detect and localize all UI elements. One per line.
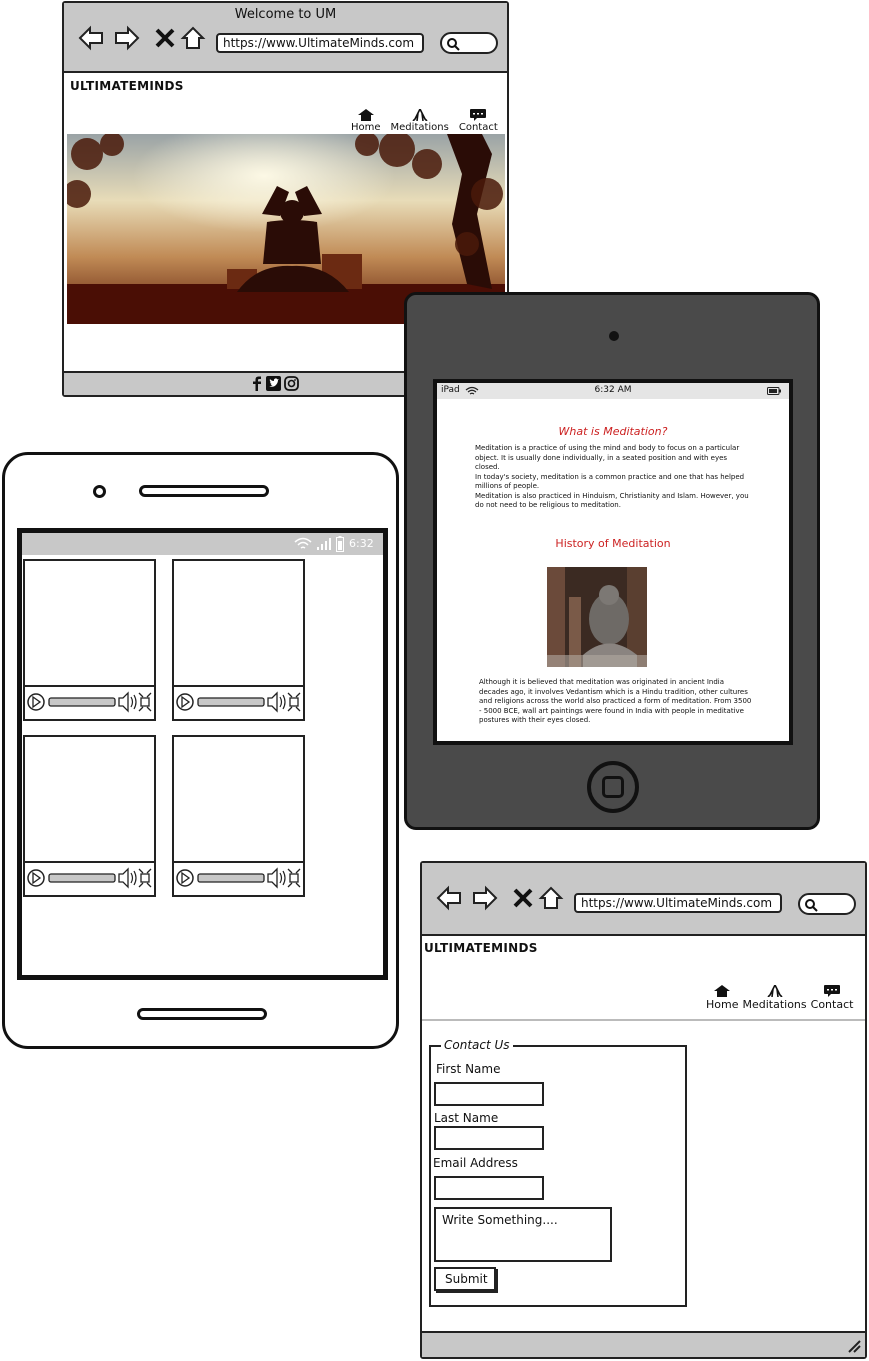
nav-contact[interactable]: Contact	[459, 109, 498, 133]
nav-home-label: Home	[706, 998, 739, 1011]
nav-contact-label: Contact	[810, 998, 854, 1011]
url-bar[interactable]: https://www.UltimateMinds.com	[574, 893, 782, 913]
nav-home[interactable]: Home	[706, 985, 738, 1011]
nav-contact[interactable]: Contact	[810, 985, 854, 1011]
close-icon[interactable]	[152, 25, 178, 51]
brand-logo[interactable]: ULTIMATEMINDS	[70, 79, 184, 93]
intro-paragraph: Meditation is also practiced in Hinduism…	[475, 491, 749, 510]
video-player[interactable]	[23, 559, 156, 721]
message-placeholder: Write Something....	[442, 1213, 558, 1227]
form-legend: Contact Us	[441, 1038, 513, 1052]
battery-icon	[336, 536, 344, 552]
praying-hands-icon	[766, 985, 783, 997]
message-icon	[824, 985, 841, 997]
ios-status-bar: iPad 6:32 AM	[437, 383, 789, 399]
search-field[interactable]	[798, 893, 856, 915]
history-heading: History of Meditation	[555, 537, 671, 550]
nav-home-label: Home	[351, 122, 381, 133]
contact-page-browser-window: https://www.UltimateMinds.com ULTIMATEMI…	[420, 861, 867, 1359]
page-footer	[422, 1331, 865, 1357]
window-title: Welcome to UM	[234, 7, 337, 22]
message-icon	[470, 109, 487, 121]
search-icon	[447, 38, 460, 51]
what-is-meditation-heading: What is Meditation?	[558, 425, 668, 438]
forward-arrow-icon[interactable]	[114, 25, 140, 51]
email-input[interactable]	[434, 1176, 544, 1200]
video-controls	[25, 861, 154, 895]
video-player[interactable]	[172, 559, 305, 721]
nav-contact-label: Contact	[458, 122, 498, 133]
meditation-intro: Meditation is a practice of using the mi…	[475, 444, 751, 511]
resize-grip-icon[interactable]	[847, 1339, 861, 1353]
home-icon[interactable]	[180, 25, 206, 51]
phone-home-bar[interactable]	[137, 1008, 267, 1020]
last-name-label: Last Name	[434, 1111, 499, 1125]
tablet-screen: iPad 6:32 AM What is Meditation? Meditat…	[433, 379, 793, 745]
brand-logo[interactable]: ULTIMATEMINDS	[424, 941, 538, 955]
wifi-icon	[294, 537, 312, 549]
email-label: Email Address	[433, 1156, 518, 1170]
back-arrow-icon[interactable]	[436, 885, 462, 911]
video-controls	[174, 861, 303, 895]
intro-paragraph: In today's society, meditation is a comm…	[475, 472, 745, 491]
submit-button[interactable]: Submit	[434, 1267, 496, 1291]
first-name-input[interactable]	[434, 1082, 544, 1106]
buddha-statue-image	[547, 567, 647, 667]
nav-home[interactable]: Home	[351, 109, 381, 133]
home-icon[interactable]	[538, 885, 564, 911]
main-nav: Home Meditations Contact	[346, 109, 503, 133]
tablet-home-button[interactable]	[587, 761, 639, 813]
home-icon	[357, 109, 374, 121]
twitter-icon[interactable]	[266, 376, 281, 391]
nav-meditations[interactable]: Meditations	[391, 109, 449, 133]
camera-icon	[609, 331, 619, 341]
first-name-label: First Name	[436, 1062, 501, 1076]
browser-toolbar: Welcome to UM https://www.UltimateMinds.…	[64, 3, 507, 73]
signal-icon	[317, 538, 331, 550]
search-field[interactable]	[440, 32, 498, 54]
instagram-icon[interactable]	[284, 376, 299, 391]
video-controls	[174, 685, 303, 719]
url-bar[interactable]: https://www.UltimateMinds.com	[216, 33, 424, 53]
intro-paragraph: Meditation is a practice of using the mi…	[475, 444, 740, 471]
home-icon	[714, 985, 731, 997]
video-player[interactable]	[172, 735, 305, 897]
header-divider	[422, 1019, 865, 1021]
nav-meditations[interactable]: Meditations	[742, 985, 807, 1011]
close-icon[interactable]	[510, 885, 536, 911]
front-camera-icon	[93, 485, 106, 498]
speaker-grille	[139, 485, 269, 497]
search-icon	[805, 899, 818, 912]
forward-arrow-icon[interactable]	[472, 885, 498, 911]
status-time: 6:32 AM	[594, 385, 632, 395]
browser-toolbar: https://www.UltimateMinds.com	[422, 863, 865, 936]
main-nav: Home Meditations Contact	[704, 985, 855, 1011]
last-name-input[interactable]	[434, 1126, 544, 1150]
video-player[interactable]	[23, 735, 156, 897]
facebook-icon[interactable]	[251, 376, 263, 391]
status-time: 6:32	[349, 537, 374, 550]
tablet-device: iPad 6:32 AM What is Meditation? Meditat…	[404, 292, 820, 830]
battery-icon	[767, 387, 781, 395]
video-controls	[25, 685, 154, 719]
praying-hands-icon	[412, 109, 428, 121]
history-paragraph: Although it is believed that meditation …	[479, 678, 752, 724]
android-status-bar: 6:32	[22, 533, 383, 555]
nav-meditations-label: Meditations	[742, 998, 807, 1011]
nav-meditations-label: Meditations	[390, 122, 449, 133]
back-arrow-icon[interactable]	[78, 25, 104, 51]
message-textarea[interactable]: Write Something....	[434, 1207, 612, 1262]
